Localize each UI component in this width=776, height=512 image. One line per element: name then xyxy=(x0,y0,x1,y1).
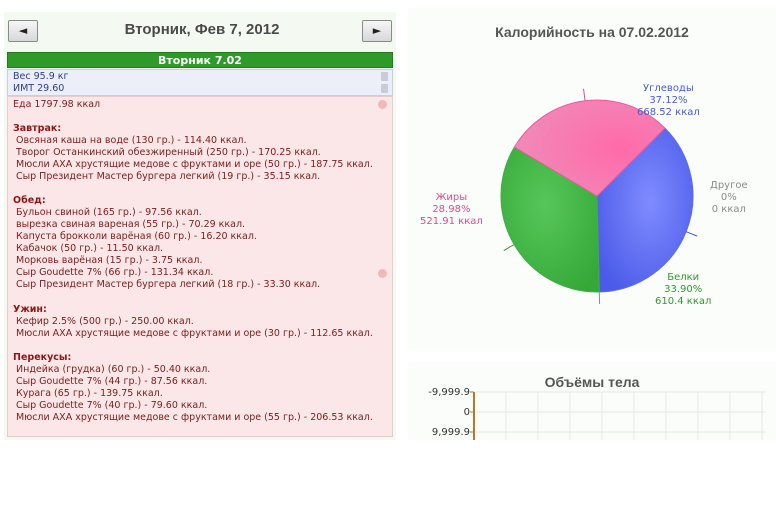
next-day-button[interactable]: ► xyxy=(362,20,392,42)
leader-line-protein xyxy=(503,244,515,251)
list-item[interactable]: Сыр Goudette 7% (40 гр.) - 79.60 ккал. xyxy=(16,400,207,411)
scroll-marker-icon[interactable] xyxy=(378,269,387,278)
list-item[interactable]: Сыр Goudette 7% (44 гр.) - 87.56 ккал. xyxy=(16,376,207,387)
leader-line-carbs xyxy=(685,231,698,237)
body-volumes-panel: Объёмы тела -9,999.9 0 9,999.9 xyxy=(408,362,776,440)
list-item[interactable]: Бульон свиной (165 гр.) - 97.56 ккал. xyxy=(16,207,202,218)
slice-name: Другое xyxy=(710,180,748,191)
slice-kcal: 610.4 ккал xyxy=(655,296,712,307)
list-item[interactable]: Творог Останкинский обезжиренный (250 гр… xyxy=(16,147,321,158)
list-item[interactable]: Кефир 2.5% (500 гр.) - 250.00 ккал. xyxy=(16,316,194,327)
list-item[interactable]: Курага (65 гр.) - 139.75 ккал. xyxy=(16,388,163,399)
slice-name: Белки xyxy=(667,272,700,283)
slice-percent: 28.98% xyxy=(432,204,471,215)
pie-chart xyxy=(500,88,698,304)
slice-kcal: 0 ккал xyxy=(711,204,746,215)
list-item[interactable]: Мюсли АХА хрустящие медове с фруктами и … xyxy=(16,412,373,423)
bmi-value: ИМТ 29.60 xyxy=(13,83,65,94)
slice-name: Углеводы xyxy=(643,83,694,94)
food-total: Еда 1797.98 ккал xyxy=(13,99,101,110)
slice-kcal: 668.52 ккал xyxy=(637,107,700,118)
diary-panel: ◄ Вторник, Фев 7, 2012 ► Вторник 7.02 Ве… xyxy=(4,12,396,440)
edit-icon[interactable] xyxy=(381,84,388,93)
list-item[interactable]: Овсяная каша на воде (130 гр.) - 114.40 … xyxy=(16,135,247,146)
pie-label-protein: Белки 33.90% 610.4 ккал xyxy=(655,272,711,308)
slice-kcal: 521.91 ккал xyxy=(420,216,483,227)
meal-title-snacks: Перекусы: xyxy=(13,352,72,363)
leader-line-fats xyxy=(583,88,586,101)
pie-label-carbs: Углеводы 37.12% 668.52 ккал xyxy=(637,83,700,119)
list-item[interactable]: Кабачок (50 гр.) - 11.50 ккал. xyxy=(16,243,163,254)
metrics-box: Вес 95.9 кг ИМТ 29.60 xyxy=(7,69,393,96)
weight-value: Вес 95.9 кг xyxy=(13,71,69,82)
meal-title-breakfast: Завтрак: xyxy=(13,123,62,134)
list-item[interactable]: Морковь варёная (15 гр.) - 3.75 ккал. xyxy=(16,255,202,266)
calorie-chart-panel: Калорийность на 07.02.2012 Углеводы 37.1… xyxy=(408,8,776,350)
list-item[interactable]: вырезка свиная вареная (55 гр.) - 70.29 … xyxy=(16,219,245,230)
list-item[interactable]: Индейка (грудка) (60 гр.) - 50.40 ккал. xyxy=(16,364,210,375)
food-log: Еда 1797.98 ккал Завтрак: Овсяная каша н… xyxy=(7,96,393,437)
pie-label-other: Другое 0% 0 ккал xyxy=(710,180,748,216)
list-item[interactable]: Сыр Goudette 7% (66 гр.) - 131.34 ккал. xyxy=(16,267,213,278)
day-header-bar: Вторник 7.02 xyxy=(7,52,393,68)
date-title: Вторник, Фев 7, 2012 xyxy=(124,21,280,38)
slice-percent: 33.90% xyxy=(664,284,703,295)
slice-name: Жиры xyxy=(435,192,468,203)
list-item[interactable]: Сыр Президент Мастер бургера легкий (18 … xyxy=(16,279,320,290)
edit-icon[interactable] xyxy=(381,72,388,81)
list-item[interactable]: Мюсли АХА хрустящие медове с фруктами и … xyxy=(16,328,373,339)
meal-title-lunch: Обед: xyxy=(13,195,46,206)
list-item[interactable]: Сыр Президент Мастер бургера легкий (19 … xyxy=(16,171,320,182)
prev-day-button[interactable]: ◄ xyxy=(8,20,38,42)
slice-percent: 37.12% xyxy=(649,95,688,106)
list-item[interactable]: Капуста брокколи варёная (60 гр.) - 16.2… xyxy=(16,231,257,242)
pie-label-fats: Жиры 28.98% 521.91 ккал xyxy=(420,192,483,228)
list-item[interactable]: Мюсли АХА хрустящие медове с фруктами и … xyxy=(16,159,373,170)
slice-percent: 0% xyxy=(720,192,737,203)
food-toggle-icon[interactable] xyxy=(378,100,387,109)
meal-title-dinner: Ужин: xyxy=(13,304,47,315)
volumes-chart-grid xyxy=(470,391,766,440)
